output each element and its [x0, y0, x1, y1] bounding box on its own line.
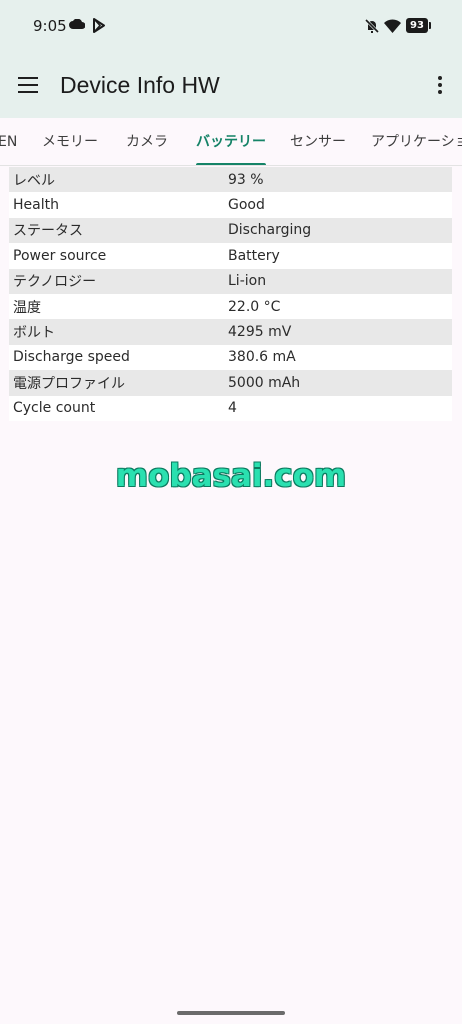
tab-applications[interactable]: アプリケーション [371, 118, 462, 165]
more-vert-icon[interactable] [434, 76, 446, 96]
menu-icon[interactable] [18, 77, 38, 93]
row-value: Good [228, 197, 265, 214]
mute-icon [364, 18, 380, 34]
row-value: 380.6 mA [228, 349, 296, 366]
row-label: レベル [13, 172, 55, 189]
row-value: 5000 mAh [228, 374, 301, 391]
row-label: 温度 [13, 299, 41, 316]
cloud-icon [69, 19, 85, 29]
row-label: Discharge speed [13, 349, 130, 366]
row-value: 93 % [228, 171, 264, 188]
table-row: 温度 22.0 °C [9, 293, 452, 320]
play-store-icon [93, 18, 105, 33]
row-label: Health [13, 197, 59, 214]
watermark: mobasai.com [115, 458, 347, 494]
table-row: Health Good [9, 192, 452, 218]
table-row: Power source Battery [9, 243, 452, 269]
table-row: ボルト 4295 mV [9, 319, 452, 345]
app-bar: Device Info HW [0, 56, 462, 118]
row-label: ステータス [13, 223, 83, 240]
table-row: Discharge speed 380.6 mA [9, 344, 452, 371]
row-value: Li-ion [228, 273, 267, 290]
app-title: Device Info HW [60, 72, 220, 98]
battery-info-table: レベル 93 % Health Good ステータス Discharging P… [9, 167, 452, 421]
table-row: レベル 93 % [9, 167, 452, 193]
tab-battery[interactable]: バッテリー [196, 118, 266, 165]
row-label: 電源プロファイル [13, 375, 125, 392]
table-row: 電源プロファイル 5000 mAh [9, 370, 452, 396]
table-row: Cycle count 4 [9, 395, 452, 421]
status-bar: 9:05 93 [0, 0, 462, 56]
tab-camera[interactable]: カメラ [126, 118, 168, 165]
status-time: 9:05 [33, 17, 67, 35]
row-value: 22.0 °C [228, 298, 281, 315]
row-value: Battery [228, 247, 280, 264]
row-value: 4 [228, 400, 237, 417]
table-row: ステータス Discharging [9, 217, 452, 244]
row-label: Power source [13, 247, 107, 264]
wifi-icon [384, 19, 401, 33]
row-label: テクノロジー [13, 274, 97, 291]
home-indicator[interactable] [177, 1011, 285, 1015]
tab-bar: EN メモリー カメラ バッテリー センサー アプリケーション [0, 118, 462, 166]
battery-icon: 93 [406, 18, 431, 33]
row-value: Discharging [228, 222, 312, 239]
row-value: 4295 mV [228, 324, 292, 341]
battery-level: 93 [410, 20, 424, 31]
row-label: ボルト [13, 325, 55, 342]
tab-sensor[interactable]: センサー [290, 118, 346, 165]
tab-en[interactable]: EN [0, 118, 17, 165]
table-row: テクノロジー Li-ion [9, 268, 452, 294]
tab-memory[interactable]: メモリー [42, 118, 98, 165]
row-label: Cycle count [13, 400, 96, 417]
